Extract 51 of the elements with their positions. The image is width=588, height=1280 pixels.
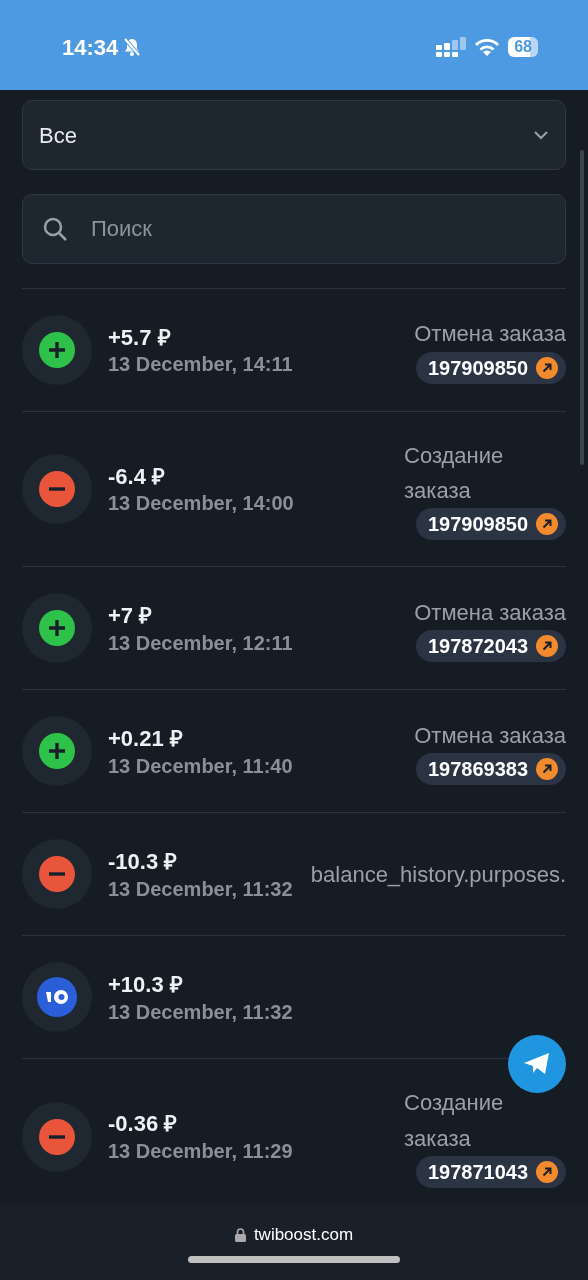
arrow-up-right-icon — [536, 634, 558, 657]
date-text: 13 December, 14:00 — [108, 491, 295, 516]
minus-icon — [37, 854, 77, 895]
date-text: 13 December, 11:32 — [108, 999, 294, 1024]
search-field[interactable]: Поиск — [22, 194, 566, 264]
muted-bell-icon — [122, 37, 143, 57]
amount-text: +5.7 ₽ — [108, 323, 172, 352]
date-text: 13 December, 11:32 — [108, 876, 294, 901]
lock-icon — [234, 1228, 246, 1242]
purpose-text: Отмена заказа — [414, 721, 566, 750]
order-link[interactable]: 197909850 — [415, 508, 566, 541]
date-text: 13 December, 11:40 — [108, 753, 294, 778]
minus-icon — [37, 469, 77, 510]
telegram-button[interactable] — [508, 1035, 566, 1093]
plus-icon — [37, 330, 77, 370]
purpose-text: Отмена заказа — [414, 598, 566, 627]
amount-text: +7 ₽ — [108, 602, 154, 631]
amount-text: -0.36 ₽ — [108, 1110, 179, 1139]
purpose-text: Создание заказа — [404, 442, 505, 506]
plus-icon — [37, 608, 77, 649]
order-link[interactable]: 197872043 — [415, 629, 566, 662]
address-text[interactable]: twiboost.com — [253, 1222, 354, 1248]
paper-plane-icon — [522, 1051, 552, 1077]
date-text: 13 December, 14:11 — [108, 352, 294, 377]
purpose-text: Отмена заказа — [414, 320, 566, 349]
battery-level: 68 — [508, 37, 538, 57]
status-time: 14:34 — [62, 33, 119, 62]
arrow-up-right-icon — [536, 1160, 558, 1183]
order-link[interactable]: 197909850 — [415, 351, 566, 384]
amount-text: +0.21 ₽ — [108, 725, 184, 754]
purpose-text: balance_history.purposes. — [310, 860, 566, 889]
arrow-up-right-icon — [536, 757, 558, 780]
filter-select[interactable]: Все — [22, 100, 566, 170]
minus-icon — [37, 1116, 77, 1157]
wallet-logo-icon — [37, 977, 77, 1018]
date-text: 13 December, 11:29 — [108, 1138, 294, 1163]
arrow-up-right-icon — [536, 356, 558, 379]
signal-icon — [436, 37, 467, 57]
order-link[interactable]: 197871043 — [415, 1155, 566, 1188]
amount-text: +10.3 ₽ — [108, 971, 184, 1000]
plus-icon — [37, 731, 77, 772]
chevron-down-icon — [533, 130, 549, 140]
arrow-up-right-icon — [536, 513, 558, 536]
search-icon — [42, 216, 68, 242]
purpose-text: Создание заказа — [404, 1089, 505, 1153]
wifi-icon — [474, 37, 501, 57]
amount-text: -6.4 ₽ — [108, 462, 167, 491]
filter-value: Все — [39, 121, 77, 150]
date-text: 13 December, 12:11 — [108, 630, 294, 655]
amount-text: -10.3 ₽ — [108, 848, 179, 877]
order-link[interactable]: 197869383 — [415, 752, 566, 785]
